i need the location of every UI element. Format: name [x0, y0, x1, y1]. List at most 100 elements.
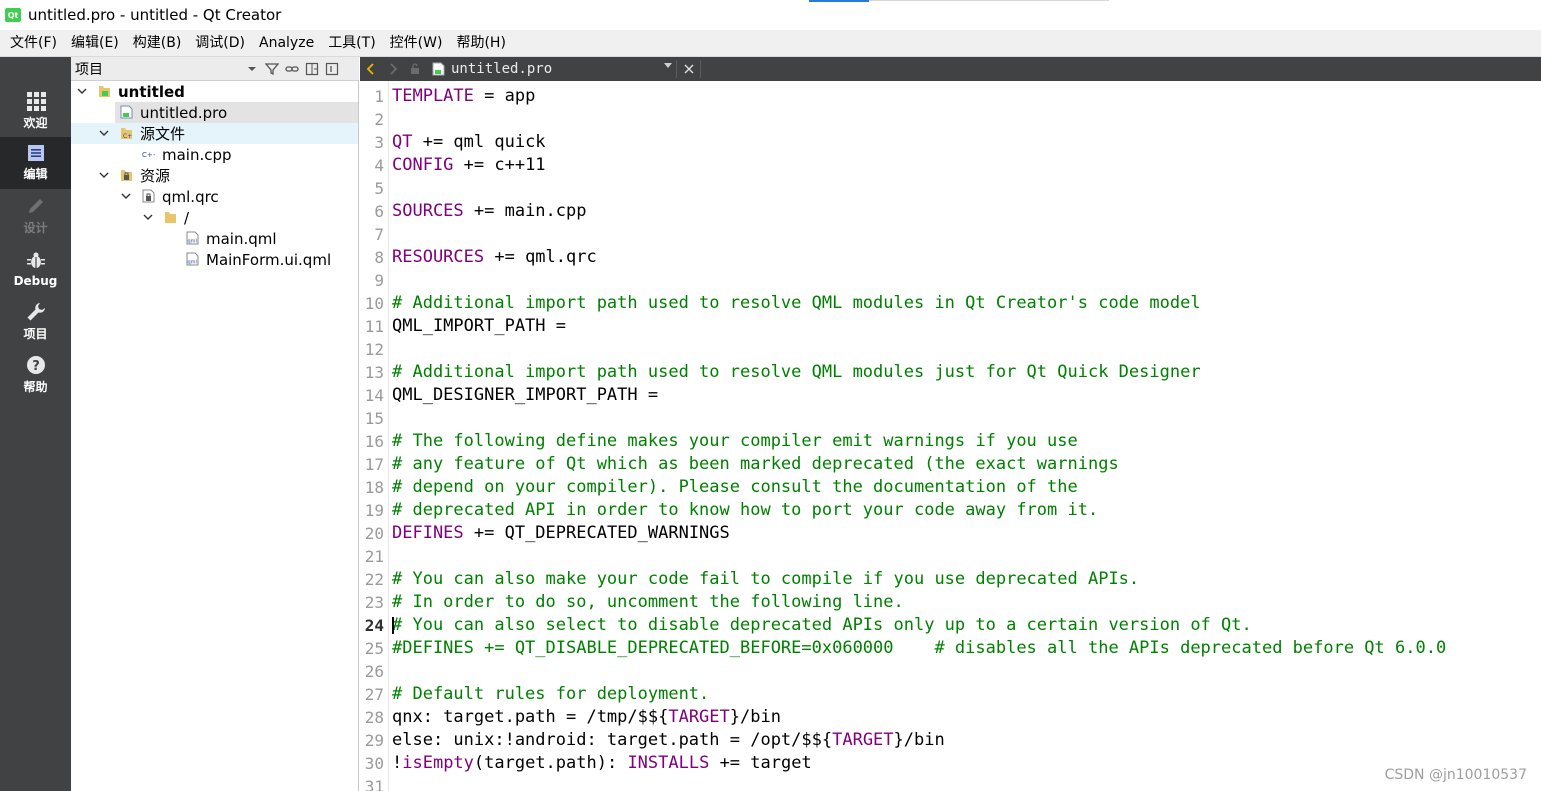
chevron-down-icon[interactable]	[120, 190, 132, 202]
menu-debug[interactable]: 调试(D)	[188, 30, 252, 57]
code-token: += main.cpp	[463, 201, 587, 221]
comment-token: # Additional import path used to resolve…	[392, 293, 1201, 313]
code-line[interactable]: 1 TEMPLATE = app	[360, 85, 1541, 108]
code-line[interactable]: 3 QT += qml quick	[360, 131, 1541, 154]
svg-text:C++: C++	[142, 151, 155, 159]
menu-analyze[interactable]: Analyze	[252, 30, 321, 57]
mode-label-debug: Debug	[13, 273, 58, 288]
close-document-button[interactable]	[680, 59, 698, 79]
chevron-down-icon[interactable]	[142, 211, 154, 223]
line-number: 31	[364, 777, 384, 791]
tree-item-main-cpp[interactable]: C++ main.cpp	[71, 144, 358, 165]
code-line[interactable]: 10 # Additional import path used to resol…	[360, 292, 1541, 315]
code-line[interactable]: 7	[360, 223, 1541, 246]
code-line[interactable]: 17 # any feature of Qt which as been mark…	[360, 453, 1541, 476]
menu-file[interactable]: 文件(F)	[3, 30, 64, 57]
code-line[interactable]: 29 else: unix:!android: target.path = /op…	[360, 729, 1541, 752]
code-text: QT += qml quick	[392, 131, 546, 154]
go-forward-button[interactable]	[382, 57, 404, 81]
code-line[interactable]: 31	[360, 775, 1541, 791]
tree-item-resources[interactable]: 资源	[71, 165, 358, 186]
mode-projects[interactable]: 项目	[0, 296, 71, 348]
tree-item-sources[interactable]: C+ 源文件	[71, 123, 358, 144]
pro-file-icon	[432, 62, 445, 76]
tree-item-mainform-qml[interactable]: qml MainForm.ui.qml	[71, 249, 358, 270]
mode-debug[interactable]: Debug	[0, 243, 71, 295]
code-line[interactable]: 22 # You can also make your code fail to …	[360, 568, 1541, 591]
menu-help[interactable]: 帮助(H)	[449, 30, 512, 57]
mode-edit[interactable]: 编辑	[0, 137, 71, 189]
code-text: # deprecated API in order to know how to…	[392, 499, 1098, 522]
code-text: # any feature of Qt which as been marked…	[392, 453, 1119, 476]
pro-file-icon	[120, 105, 133, 119]
menu-tools[interactable]: 工具(T)	[321, 30, 382, 57]
code-line[interactable]: 2	[360, 108, 1541, 131]
code-line[interactable]: 26	[360, 660, 1541, 683]
chevron-down-icon[interactable]	[98, 169, 110, 181]
project-view-selector[interactable]: 项目	[75, 59, 245, 79]
code-line[interactable]: 15	[360, 407, 1541, 430]
line-number: 1	[374, 87, 384, 106]
wrench-icon	[27, 303, 45, 321]
comment-token: # You can also select to disable depreca…	[392, 615, 1252, 635]
code-token: += qml quick	[412, 132, 546, 152]
mode-design[interactable]: 设计	[0, 190, 71, 242]
folder-icon	[165, 212, 176, 223]
code-editor[interactable]: 1 TEMPLATE = app 2 3 QT += qml quick 4 CONFIG …	[360, 81, 1541, 791]
taskbar-divider	[869, 0, 1109, 1]
go-back-button[interactable]	[360, 57, 382, 81]
code-line[interactable]: 21	[360, 545, 1541, 568]
mode-welcome[interactable]: 欢迎	[0, 85, 71, 137]
chevron-down-icon[interactable]	[76, 85, 88, 97]
code-line[interactable]: 5	[360, 177, 1541, 200]
tree-label: untitled.pro	[140, 103, 228, 122]
code-token: }/bin	[893, 730, 945, 750]
tree-item-qrc[interactable]: qml.qrc	[71, 186, 358, 207]
chevron-down-icon[interactable]	[664, 63, 672, 68]
tree-item-root-prefix[interactable]: /	[71, 207, 358, 228]
open-document-selector[interactable]: untitled.pro	[432, 60, 672, 78]
code-line[interactable]: 11 QML_IMPORT_PATH =	[360, 315, 1541, 338]
code-line[interactable]: 19 # deprecated API in order to know how …	[360, 499, 1541, 522]
code-line[interactable]: 27 # Default rules for deployment.	[360, 683, 1541, 706]
mode-help[interactable]: ? 帮助	[0, 349, 71, 401]
link-icon[interactable]	[285, 62, 299, 76]
comment-token: #DEFINES += QT_DISABLE_DEPRECATED_BEFORE…	[392, 638, 1447, 658]
tree-item-main-qml[interactable]: qml main.qml	[71, 228, 358, 249]
toolbar-divider	[700, 60, 701, 78]
code-line[interactable]: 4 CONFIG += c++11	[360, 154, 1541, 177]
code-line[interactable]: 23 # In order to do so, uncomment the fol…	[360, 591, 1541, 614]
code-line[interactable]: 14 QML_DESIGNER_IMPORT_PATH =	[360, 384, 1541, 407]
code-text: # You can also make your code fail to co…	[392, 568, 1139, 591]
code-line[interactable]: 12	[360, 338, 1541, 361]
code-line[interactable]: 18 # depend on your compiler). Please con…	[360, 476, 1541, 499]
code-token: += c++11	[453, 155, 546, 175]
filter-icon[interactable]	[265, 62, 279, 76]
keyword-token: SOURCES	[392, 201, 464, 221]
chevron-down-icon[interactable]	[98, 127, 110, 139]
code-line[interactable]: 16 # The following define makes your comp…	[360, 430, 1541, 453]
menu-edit[interactable]: 编辑(E)	[64, 30, 126, 57]
code-line[interactable]: 13 # Additional import path used to resol…	[360, 361, 1541, 384]
tree-item-pro-file[interactable]: untitled.pro	[115, 102, 358, 123]
code-token: += target	[709, 753, 812, 773]
menu-build[interactable]: 构建(B)	[126, 30, 189, 57]
code-line[interactable]: 30 !isEmpty(target.path): INSTALLS += tar…	[360, 752, 1541, 775]
code-line[interactable]: 6 SOURCES += main.cpp	[360, 200, 1541, 223]
close-pane-icon[interactable]	[325, 62, 339, 76]
line-number: 14	[364, 386, 384, 405]
help-icon: ?	[26, 356, 45, 374]
tree-item-project[interactable]: untitled	[71, 81, 358, 102]
chevron-down-icon[interactable]	[247, 65, 257, 73]
code-line[interactable]: 8 RESOURCES += qml.qrc	[360, 246, 1541, 269]
watermark: CSDN @jn10010537	[1384, 767, 1527, 783]
code-line[interactable]: 25 #DEFINES += QT_DISABLE_DEPRECATED_BEFO…	[360, 637, 1541, 660]
code-line[interactable]: 28 qnx: target.path = /tmp/$${TARGET}/bin	[360, 706, 1541, 729]
split-icon[interactable]	[305, 62, 319, 76]
code-line[interactable]: 20 DEFINES += QT_DEPRECATED_WARNINGS	[360, 522, 1541, 545]
line-number: 29	[364, 731, 384, 750]
line-number: 12	[364, 340, 384, 359]
menu-widgets[interactable]: 控件(W)	[383, 30, 450, 57]
code-line[interactable]: 24 # You can also select to disable depre…	[360, 614, 1541, 637]
code-line[interactable]: 9	[360, 269, 1541, 292]
